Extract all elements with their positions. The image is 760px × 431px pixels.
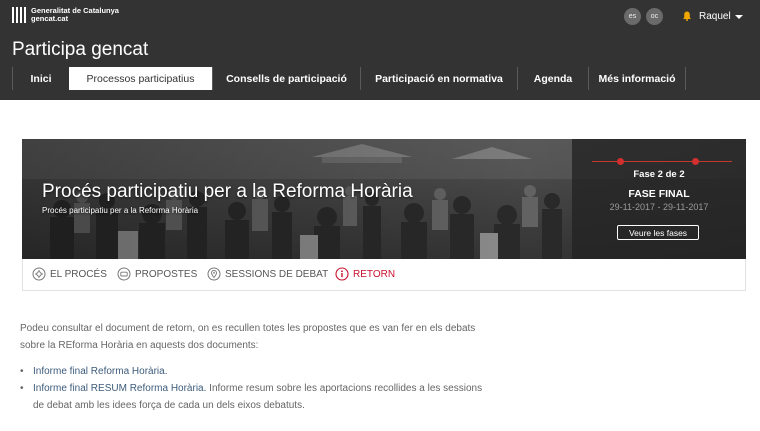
subnav-sessions-de-debat[interactable]: SESSIONS DE DEBAT	[207, 267, 328, 281]
phase-name: FASE FINAL	[628, 188, 690, 200]
informe-resum-link[interactable]: Informe final RESUM Reforma Horària.	[33, 383, 206, 394]
top-header: Generalitat de Catalunya gencat.cat es o…	[0, 0, 760, 100]
subnav-el-proces[interactable]: EL PROCÉS	[32, 267, 107, 281]
subnav-label: PROPOSTES	[135, 268, 198, 280]
subnav-label: SESSIONS DE DEBAT	[225, 268, 329, 280]
gear-icon	[32, 267, 46, 281]
generalitat-logo-icon	[12, 7, 27, 23]
phase-dates: 29-11-2017 - 29-11-2017	[609, 202, 709, 212]
speech-bubble-icon	[117, 267, 131, 281]
informe-final-link[interactable]: Informe final Reforma Horària.	[33, 366, 168, 377]
process-title: Procés participatiu per a la Reforma Hor…	[42, 181, 413, 202]
subnav-label: EL PROCÉS	[50, 268, 107, 280]
logo-line-2: gencat.cat	[31, 14, 69, 23]
process-hero-banner: Procés participatiu per a la Reforma Hor…	[22, 139, 746, 259]
list-item: Informe final RESUM Reforma Horària. Inf…	[20, 380, 520, 414]
tab-consells-de-participacio[interactable]: Consells de participació	[212, 67, 360, 90]
doc-description-cont: de debat amb les idees força de cada un …	[33, 400, 305, 411]
phase-timeline	[592, 161, 732, 162]
tab-inici[interactable]: Inici	[12, 67, 69, 90]
doc-description: Informe resum sobre les aportacions reco…	[206, 383, 483, 394]
intro-text: Podeu consultar el document de retorn, o…	[20, 323, 476, 351]
tab-processos-participatius[interactable]: Processos participatius	[69, 67, 212, 90]
phase-panel: Fase 2 de 2 FASE FINAL 29-11-2017 - 29-1…	[572, 139, 746, 259]
language-es-button[interactable]: es	[624, 8, 641, 25]
subnav-label: RETORN	[353, 268, 396, 280]
list-item: Informe final Reforma Horària.	[20, 363, 520, 380]
language-oc-button[interactable]: oc	[646, 8, 663, 25]
subnav-retorn[interactable]: RETORN	[335, 267, 395, 281]
site-title[interactable]: Participa gencat	[12, 39, 148, 61]
tab-mes-informacio[interactable]: Més informació	[588, 67, 686, 90]
phase-2-marker	[692, 158, 699, 165]
chevron-down-icon[interactable]	[735, 15, 743, 19]
user-menu[interactable]: Raquel	[699, 11, 731, 22]
process-subnav: EL PROCÉS PROPOSTES SESSIONS DE DEBAT RE…	[22, 259, 746, 291]
map-pin-icon	[207, 267, 221, 281]
generalitat-logo[interactable]: Generalitat de Catalunya gencat.cat	[12, 7, 119, 23]
process-subtitle: Procés participatiu per a la Reforma Hor…	[42, 206, 199, 215]
phase-1-marker	[617, 158, 624, 165]
main-nav: Inici Processos participatius Consells d…	[12, 67, 686, 90]
tab-agenda[interactable]: Agenda	[517, 67, 588, 90]
view-phases-button[interactable]: Veure les fases	[617, 225, 699, 240]
info-icon	[335, 267, 349, 281]
bell-icon[interactable]	[682, 11, 692, 21]
documents-list: Informe final Reforma Horària. Informe f…	[20, 363, 520, 414]
retorn-content: Podeu consultar el document de retorn, o…	[20, 320, 520, 414]
subnav-propostes[interactable]: PROPOSTES	[117, 267, 197, 281]
phase-count: Fase 2 de 2	[633, 169, 685, 180]
tab-participacio-en-normativa[interactable]: Participació en normativa	[360, 67, 517, 90]
